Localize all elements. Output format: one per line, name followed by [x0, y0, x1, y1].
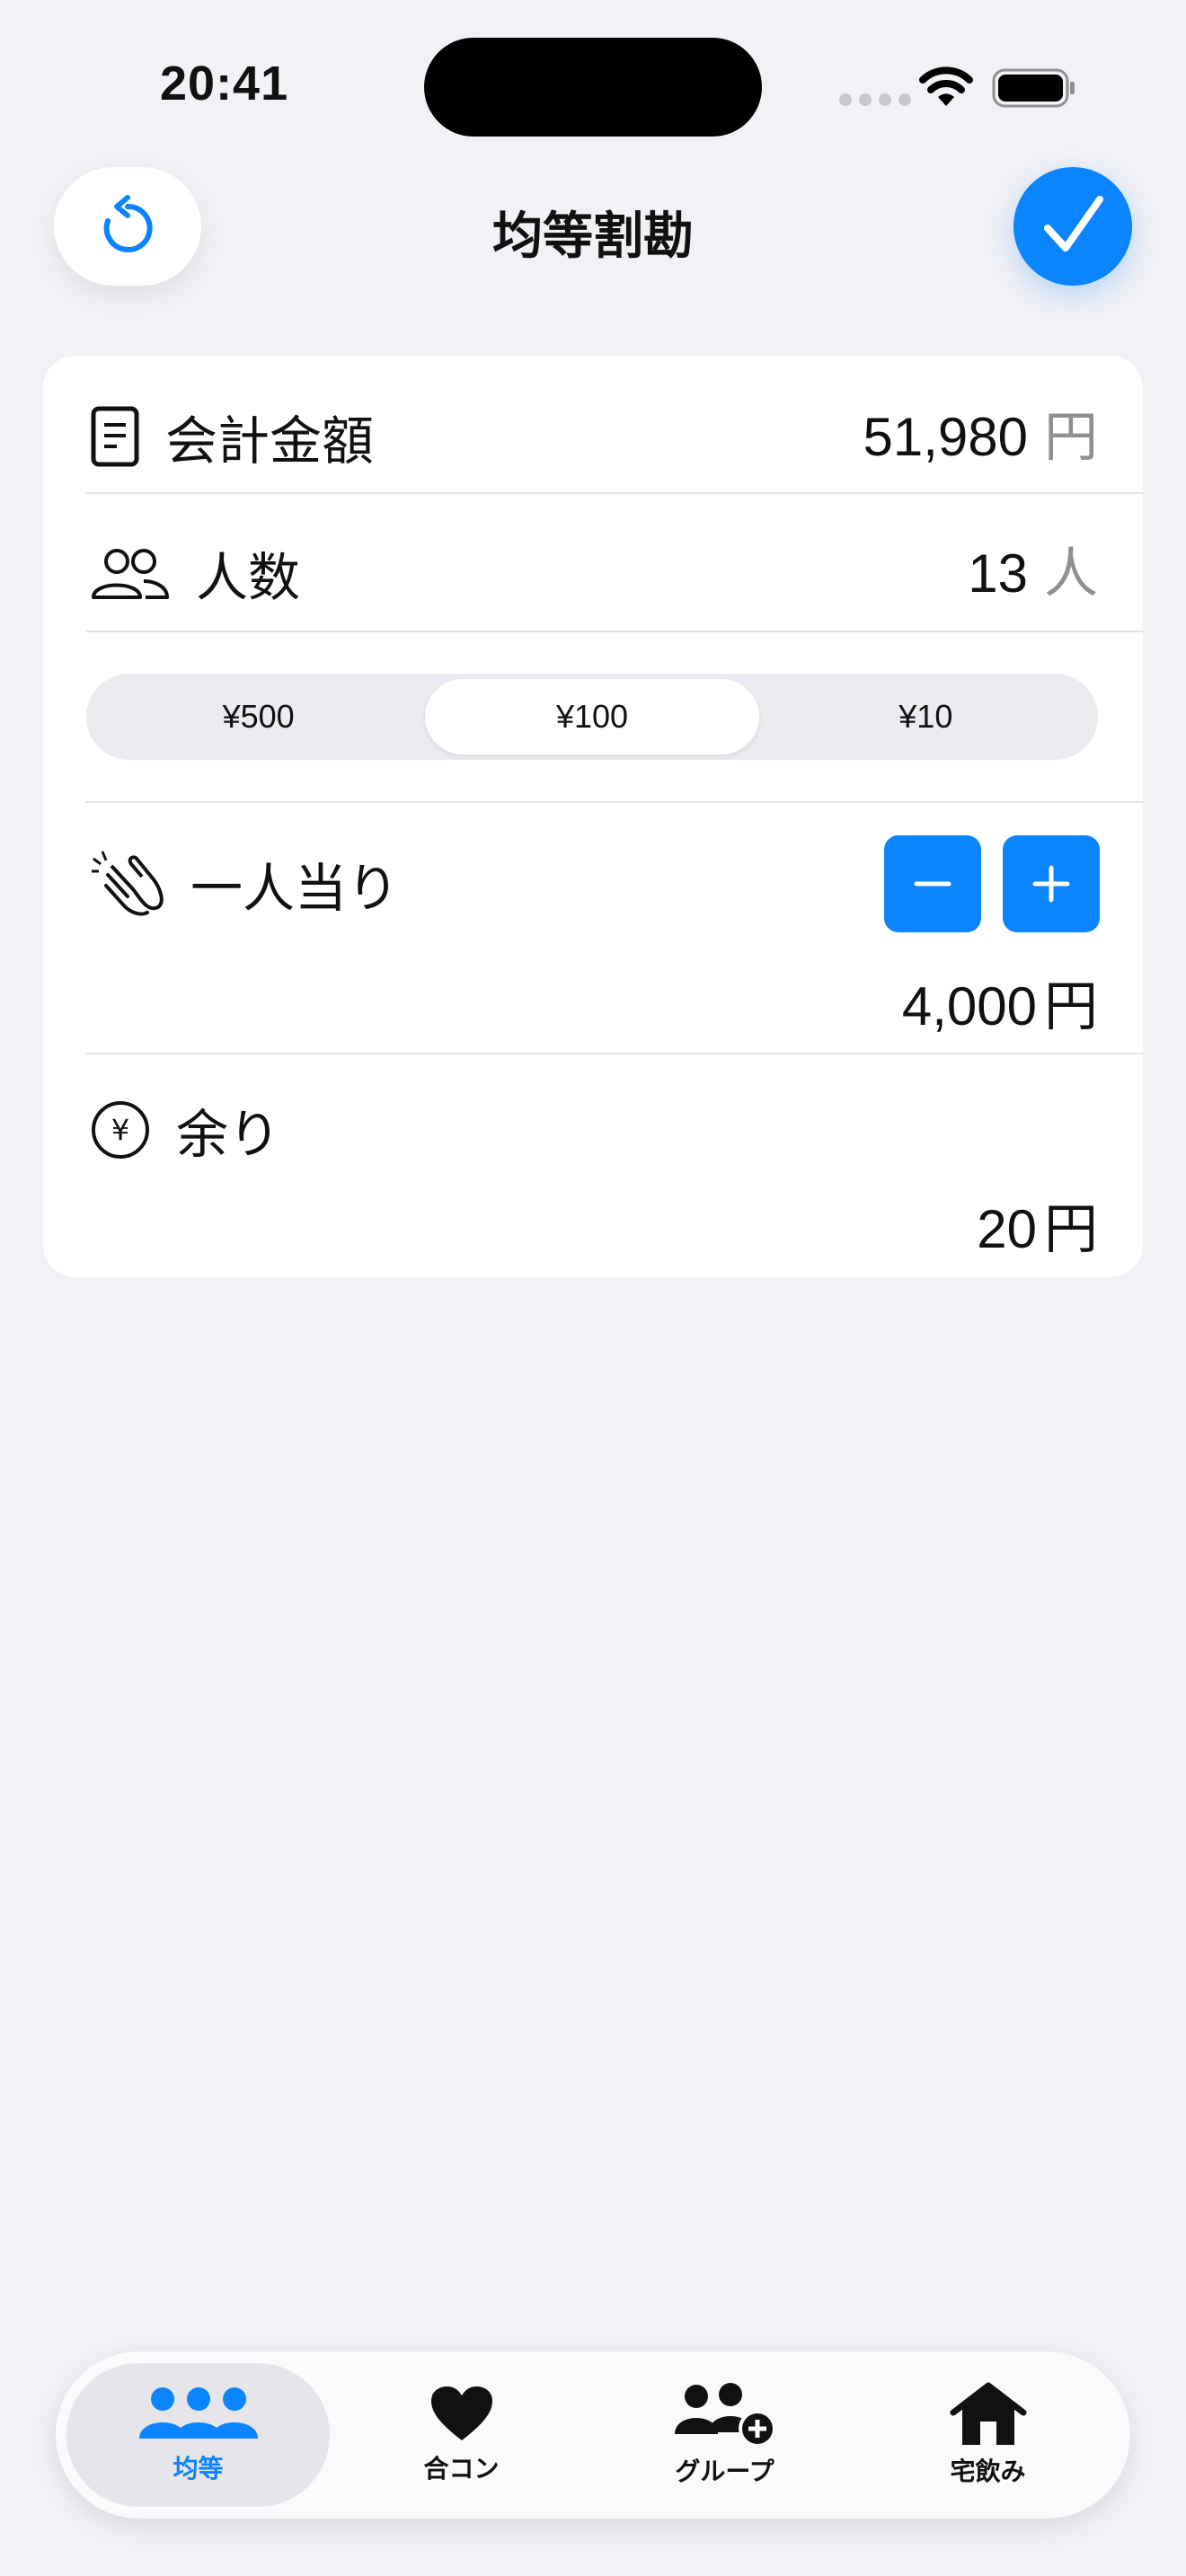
- dynamic-island: [424, 38, 762, 137]
- total-value-group[interactable]: 51,980 円: [863, 393, 1098, 472]
- remainder-row: ¥ 余り: [90, 1085, 280, 1175]
- tab-label: 均等: [173, 2455, 224, 2483]
- split-card: 会計金額 51,980 円 人数 13 人 ¥500 ¥100 ¥10 一人当り…: [43, 356, 1143, 1277]
- people-row[interactable]: 人数: [90, 528, 300, 618]
- tab-bar: 均等 合コン グループ 宅飲み: [56, 2351, 1130, 2519]
- people-label: 人数: [196, 549, 301, 607]
- rounding-option-100[interactable]: ¥100: [425, 679, 759, 754]
- people-unit: 人: [1044, 543, 1098, 604]
- tab-goukon[interactable]: 合コン: [330, 2363, 593, 2507]
- house-icon: [950, 2382, 1026, 2445]
- divider: [86, 631, 1143, 632]
- svg-text:¥: ¥: [111, 1113, 129, 1147]
- group-add-icon: [674, 2383, 776, 2447]
- tab-equal[interactable]: 均等: [66, 2363, 330, 2507]
- rounding-option-10[interactable]: ¥10: [759, 679, 1093, 754]
- tab-label: 宅飲み: [950, 2457, 1026, 2485]
- receipt-icon: [90, 405, 140, 468]
- people-value-group[interactable]: 13 人: [968, 530, 1098, 608]
- heart-icon: [430, 2386, 492, 2440]
- per-person-unit: 円: [1044, 976, 1098, 1037]
- people-icon: [90, 545, 171, 601]
- remainder-value: 20: [977, 1199, 1037, 1259]
- wifi-icon: [919, 66, 973, 106]
- minus-icon: [914, 881, 951, 887]
- decrement-button[interactable]: [884, 835, 981, 932]
- people-value: 13: [968, 543, 1028, 604]
- per-person-row: 一人当り: [90, 839, 399, 929]
- total-label: 会計金額: [165, 412, 375, 471]
- per-person-value-group: 4,000 円: [902, 963, 1098, 1041]
- total-unit: 円: [1044, 407, 1098, 467]
- cellular-signal-icon: [839, 93, 911, 106]
- tab-label: グループ: [675, 2457, 774, 2485]
- remainder-unit: 円: [1044, 1199, 1098, 1259]
- checkmark-icon: [1044, 196, 1103, 251]
- status-time: 20:41: [160, 57, 289, 110]
- rounding-segmented-control: ¥500 ¥100 ¥10: [86, 674, 1098, 760]
- divider: [86, 1053, 1143, 1054]
- rounding-option-500[interactable]: ¥500: [92, 679, 425, 754]
- clapping-hands-icon: [90, 848, 165, 920]
- total-row[interactable]: 会計金額: [90, 392, 374, 481]
- plus-icon: [1032, 865, 1070, 903]
- battery-icon: [992, 68, 1075, 108]
- tab-label: 合コン: [423, 2455, 500, 2483]
- tab-group[interactable]: グループ: [593, 2363, 856, 2507]
- per-person-label: 一人当り: [190, 860, 400, 918]
- increment-button[interactable]: [1003, 835, 1100, 932]
- tab-home-party[interactable]: 宅飲み: [856, 2363, 1120, 2507]
- total-value: 51,980: [863, 407, 1028, 467]
- per-person-value: 4,000: [901, 976, 1037, 1037]
- remainder-label: 余り: [176, 1106, 281, 1164]
- three-people-icon: [138, 2387, 258, 2439]
- confirm-button[interactable]: [1013, 167, 1132, 286]
- divider: [86, 492, 1143, 494]
- remainder-value-group: 20 円: [977, 1186, 1098, 1264]
- page-title: 均等割勘: [492, 207, 694, 264]
- yen-circle-icon: ¥: [90, 1099, 151, 1160]
- divider: [86, 801, 1143, 803]
